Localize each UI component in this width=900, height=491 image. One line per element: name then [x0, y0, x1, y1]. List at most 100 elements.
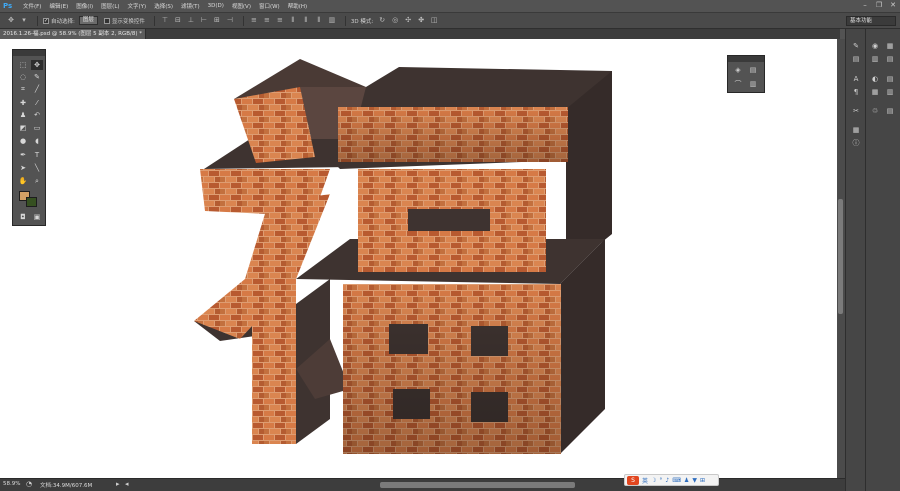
ime-shirt-icon[interactable]: ▼: [692, 477, 697, 484]
distribute-vcenter-icon[interactable]: ≡: [262, 16, 272, 25]
menu-image[interactable]: 图像(I): [76, 2, 93, 10]
vertical-scrollbar-thumb[interactable]: [838, 199, 843, 314]
align-right-icon[interactable]: ⊣: [225, 16, 235, 25]
menu-window[interactable]: 窗口(W): [259, 2, 280, 10]
document-tab[interactable]: 2016.1.26-福.psd @ 58.9% (图层 5 副本 2, RGB/…: [0, 29, 146, 39]
distribute-left-icon[interactable]: ⦀: [288, 16, 298, 25]
styles-icon[interactable]: ▤: [883, 54, 897, 64]
paragraph-icon[interactable]: ¶: [849, 87, 863, 97]
quick-select-icon[interactable]: ✎: [31, 72, 43, 82]
timeline-icon[interactable]: ♲: [868, 106, 882, 116]
background-color-swatch[interactable]: [26, 197, 37, 207]
path-select-icon[interactable]: ➤: [17, 163, 29, 173]
vertical-scrollbar[interactable]: [837, 39, 845, 478]
histogram-icon[interactable]: ▦: [868, 87, 882, 97]
ime-toolbar[interactable]: S 英 ☽ ° ♪ ⌨ ♟ ▼ ⊞: [624, 474, 719, 486]
layers-icon[interactable]: ◈: [731, 65, 745, 75]
type-icon[interactable]: T: [31, 150, 43, 160]
align-vcenter-icon[interactable]: ⊟: [173, 16, 183, 25]
ime-punct-icon[interactable]: °: [659, 477, 662, 484]
move-icon[interactable]: ✥: [31, 60, 43, 70]
clone-source-icon[interactable]: ▦: [849, 125, 863, 135]
rotate-3d-icon[interactable]: ↻: [377, 16, 387, 25]
scale-3d-icon[interactable]: ◫: [429, 16, 439, 25]
drag-3d-icon[interactable]: ✣: [403, 16, 413, 25]
hand-icon[interactable]: ✋: [17, 176, 29, 186]
distribute-right-icon[interactable]: ⦀: [314, 16, 324, 25]
pen-icon[interactable]: ✒: [17, 150, 29, 160]
channels-icon[interactable]: ▤: [746, 65, 760, 75]
menu-3d[interactable]: 3D(D): [208, 3, 224, 9]
horizontal-scrollbar-thumb[interactable]: [380, 482, 575, 488]
auto-select-dropdown[interactable]: 图层: [78, 16, 98, 25]
close-button[interactable]: ✕: [888, 1, 898, 10]
crop-icon[interactable]: ⌗: [17, 84, 29, 94]
align-hcenter-icon[interactable]: ⊞: [212, 16, 222, 25]
eyedropper-icon[interactable]: ╱: [31, 84, 43, 94]
ime-moon-icon[interactable]: ☽: [651, 477, 656, 484]
screen-mode-icon[interactable]: ▣: [31, 212, 43, 222]
scroll-left-icon[interactable]: ◂: [125, 480, 129, 488]
character-icon[interactable]: A: [849, 74, 863, 84]
lasso-icon[interactable]: ◌: [17, 72, 29, 82]
layers-mini-panel-header[interactable]: [728, 56, 764, 62]
color-icon[interactable]: ◉: [868, 41, 882, 51]
distribute-hcenter-icon[interactable]: ⦀: [301, 16, 311, 25]
actions-icon[interactable]: ▥: [883, 87, 897, 97]
auto-select-checkbox[interactable]: ✓: [43, 17, 49, 24]
menu-type[interactable]: 文字(Y): [128, 2, 147, 10]
align-bottom-icon[interactable]: ⊥: [186, 16, 196, 25]
menu-filter[interactable]: 滤镜(T): [181, 2, 200, 10]
zoom-level[interactable]: 58.9%: [3, 481, 20, 487]
ime-voice-icon[interactable]: ♪: [665, 477, 669, 484]
chevron-down-icon[interactable]: ▾: [19, 16, 29, 25]
marquee-icon[interactable]: ⬚: [17, 60, 29, 70]
info-icon[interactable]: ⓘ: [849, 138, 863, 148]
tools-panel-header[interactable]: [13, 50, 45, 56]
show-transform-checkbox[interactable]: [103, 17, 110, 24]
slide-3d-icon[interactable]: ✤: [416, 16, 426, 25]
navigator-icon[interactable]: ▤: [883, 74, 897, 84]
dodge-icon[interactable]: ◖: [31, 136, 43, 146]
gradient-icon[interactable]: ▭: [31, 123, 43, 133]
restore-button[interactable]: ❐: [874, 1, 884, 10]
move-tool-preset-icon[interactable]: ✥: [6, 16, 16, 25]
roll-3d-icon[interactable]: ◎: [390, 16, 400, 25]
status-info-icon[interactable]: ◔: [26, 480, 32, 488]
eraser-icon[interactable]: ◩: [17, 123, 29, 133]
shape-icon[interactable]: ╲: [31, 163, 43, 173]
notes-icon[interactable]: ▤: [883, 106, 897, 116]
ime-keyboard-icon[interactable]: ⌨: [672, 477, 681, 484]
adjustments-icon[interactable]: ▥: [868, 54, 882, 64]
ime-lang-icon[interactable]: 英: [642, 476, 648, 485]
tool-presets-icon[interactable]: ✂: [849, 106, 863, 116]
swatches-icon[interactable]: ▦: [883, 41, 897, 51]
blur-icon[interactable]: ●: [17, 136, 29, 146]
menu-help[interactable]: 帮助(H): [288, 2, 307, 10]
align-left-icon[interactable]: ⊢: [199, 16, 209, 25]
stamp-icon[interactable]: ♟: [17, 110, 29, 120]
distribute-bottom-icon[interactable]: ≡: [275, 16, 285, 25]
quick-mask-icon[interactable]: ◘: [17, 212, 29, 222]
paths-icon[interactable]: ⌒: [731, 79, 745, 89]
align-top-icon[interactable]: ⊤: [160, 16, 170, 25]
brush-settings-icon[interactable]: ▤: [849, 54, 863, 64]
brush-preset-icon[interactable]: ✎: [849, 41, 863, 51]
distribute-top-icon[interactable]: ≡: [249, 16, 259, 25]
history-brush-icon[interactable]: ↶: [31, 110, 43, 120]
menu-file[interactable]: 文件(F): [23, 2, 41, 10]
ime-menu-icon[interactable]: ⊞: [700, 477, 705, 484]
menu-edit[interactable]: 编辑(E): [49, 2, 68, 10]
document-canvas[interactable]: [0, 39, 837, 478]
history-icon[interactable]: ▥: [746, 79, 760, 89]
zoom-icon[interactable]: ⌕: [31, 176, 43, 186]
minimize-button[interactable]: –: [860, 1, 870, 10]
status-menu-arrow-icon[interactable]: ▸: [116, 480, 120, 488]
menu-view[interactable]: 视图(V): [232, 2, 251, 10]
healing-icon[interactable]: ✚: [17, 98, 29, 108]
ime-skin-icon[interactable]: ♟: [684, 477, 689, 484]
menu-select[interactable]: 选择(S): [154, 2, 173, 10]
auto-align-icon[interactable]: ▥: [327, 16, 337, 25]
properties-icon[interactable]: ◐: [868, 74, 882, 84]
workspace-dropdown[interactable]: 基本功能: [846, 16, 896, 26]
